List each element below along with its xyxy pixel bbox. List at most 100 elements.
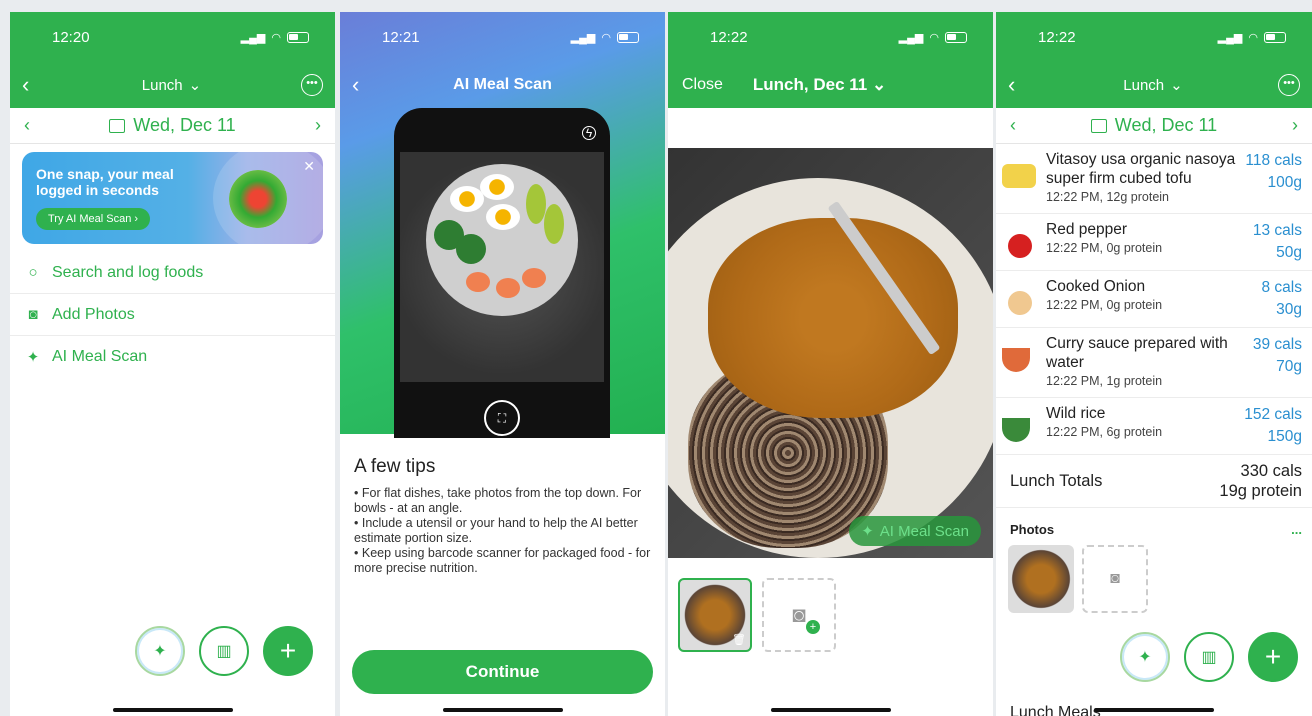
red-pepper-icon (1008, 234, 1032, 258)
add-fab[interactable]: + (1248, 632, 1298, 682)
page-title: AI Meal Scan (453, 76, 552, 93)
tips-section: A few tips For flat dishes, take photos … (340, 434, 665, 598)
status-icons: ▂▄▆ ◠ (899, 31, 967, 44)
prev-day-icon[interactable]: ‹ (1010, 115, 1016, 136)
signal-icon: ▂▄▆ (240, 31, 266, 44)
status-bar: 12:21 ▂▄▆ ◠ (340, 12, 665, 62)
food-row[interactable]: Curry sauce prepared with water 12:22 PM,… (996, 328, 1312, 398)
status-time: 12:20 (52, 28, 90, 46)
calendar-icon (1090, 118, 1107, 133)
back-icon[interactable]: ‹ (1008, 72, 1028, 98)
plus-icon: + (1264, 641, 1282, 672)
try-ai-scan-label: Try AI Meal Scan (48, 213, 132, 225)
food-cals: 13 cals (1252, 222, 1302, 239)
battery-icon (1264, 31, 1286, 43)
date-display[interactable]: Wed, Dec 11 (1090, 115, 1218, 136)
ai-scan-banner[interactable]: One snap, your meal logged in seconds Tr… (22, 152, 323, 244)
more-icon[interactable]: ••• (300, 74, 323, 96)
status-time: 12:22 (710, 28, 748, 46)
tips-list: For flat dishes, take photos from the to… (354, 486, 651, 576)
photo-thumbnail[interactable] (1008, 545, 1074, 613)
food-meta: 12:22 PM, 1g protein (1046, 374, 1163, 388)
camera-icon: ◙ (28, 306, 38, 323)
barcode-fab[interactable]: ▥ (1184, 632, 1234, 682)
wifi-icon: ◠ (271, 31, 281, 44)
signal-icon: ▂▄▆ (1217, 31, 1243, 44)
ai-meal-scan-pill[interactable]: ✦ AI Meal Scan (849, 516, 981, 546)
status-icons: ▂▄▆ ◠ (571, 31, 639, 44)
screen-ai-scan-tips: 12:21 ▂▄▆ ◠ ‹ AI Meal Scan ϟ ⛶ A few tip… (340, 12, 665, 716)
date-label: Wed, Dec 11 (1114, 115, 1218, 135)
ai-sparkle-icon: ✦ (1138, 649, 1152, 666)
wifi-icon: ◠ (929, 31, 939, 44)
meal-selector[interactable]: Lunch ⌄ (1123, 76, 1182, 95)
header: 12:22 ▂▄▆ ◠ Close Lunch, Dec 11 ⌄ (668, 12, 993, 108)
food-row[interactable]: Cooked Onion 12:22 PM, 0g protein 8 cals 3… (996, 271, 1312, 328)
barcode-icon: ▥ (1201, 649, 1217, 666)
photos-label: Photos (1010, 522, 1055, 537)
curry-icon (1002, 348, 1030, 372)
rice-bowl-icon (1002, 418, 1030, 442)
camera-icon: ◙ (1110, 570, 1120, 587)
ai-scan-fab[interactable]: ✦ (135, 626, 185, 676)
ai-meal-scan-item[interactable]: ✦ AI Meal Scan (10, 336, 335, 378)
plate (426, 164, 578, 316)
add-photos[interactable]: ◙ Add Photos (10, 294, 335, 336)
next-day-icon[interactable]: › (1292, 115, 1298, 136)
prev-day-icon[interactable]: ‹ (24, 115, 30, 136)
more-icon[interactable]: ••• (1277, 74, 1300, 96)
screen-photo-review: 12:22 ▂▄▆ ◠ Close Lunch, Dec 11 ⌄ ✦ AI Mea… (668, 12, 993, 716)
totals-cals: 330 cals (1240, 462, 1302, 480)
barcode-fab[interactable]: ▥ (199, 626, 249, 676)
food-meta: 12:22 PM, 0g protein (1046, 241, 1163, 255)
photo-thumbnail[interactable]: 🗑 (678, 578, 752, 652)
next-day-icon[interactable]: › (315, 115, 321, 136)
fab-row: ✦ ▥ + (1120, 632, 1298, 682)
add-photo-button[interactable]: ◙ + (762, 578, 836, 652)
back-icon[interactable]: ‹ (22, 72, 42, 98)
camera-icon: ◙ (792, 602, 806, 627)
continue-button[interactable]: Continue (352, 650, 653, 694)
meal-title: Lunch (1123, 76, 1165, 94)
date-display[interactable]: Wed, Dec 11 (109, 115, 236, 136)
food-name: Wild rice (1046, 405, 1106, 422)
signal-icon: ▂▄▆ (570, 31, 596, 44)
trash-icon[interactable]: 🗑 (732, 633, 746, 646)
more-photos-icon[interactable]: ... (1291, 522, 1302, 537)
add-photo-button[interactable]: ◙ (1082, 545, 1148, 613)
status-bar: 12:22 ▂▄▆ ◠ (996, 12, 1312, 62)
food-cals: 39 cals (1252, 336, 1302, 353)
ai-scan-fab[interactable]: ✦ (1120, 632, 1170, 682)
try-ai-scan-button[interactable]: Try AI Meal Scan › (36, 208, 151, 230)
totals-label: Lunch Totals (1010, 471, 1103, 490)
meal-title: Lunch (141, 76, 183, 94)
salad-bowl-icon (229, 170, 287, 228)
tip-item: Keep using barcode scanner for packaged … (354, 546, 651, 576)
food-qty: 50g (1276, 244, 1302, 261)
tip-item: Include a utensil or your hand to help t… (354, 516, 651, 546)
photos-row: ◙ (996, 545, 1312, 613)
flash-icon: ϟ (582, 126, 596, 140)
back-icon[interactable]: ‹ (352, 72, 372, 98)
date-bar: ‹ Wed, Dec 11 › (10, 108, 335, 144)
food-row[interactable]: Vitasoy usa organic nasoya super firm cu… (996, 144, 1312, 214)
meal-photo (400, 152, 604, 382)
food-row[interactable]: Wild rice 12:22 PM, 6g protein 152 cals 15… (996, 398, 1312, 455)
close-icon[interactable]: ✕ (303, 158, 315, 175)
food-cals: 118 cals (1245, 152, 1302, 169)
close-button[interactable]: Close (682, 76, 723, 94)
food-meta: 12:22 PM, 6g protein (1046, 425, 1163, 439)
battery-icon (617, 31, 639, 43)
page-title[interactable]: Lunch, Dec 11 ⌄ (753, 75, 886, 95)
meal-photo: ✦ AI Meal Scan (668, 148, 993, 558)
header: 12:20 ▂▄▆ ◠ ‹ Lunch ⌄ ••• (10, 12, 335, 108)
food-meta: 12:22 PM, 0g protein (1046, 298, 1163, 312)
meal-selector[interactable]: Lunch ⌄ (141, 76, 201, 95)
screen-lunch-detail: 12:22 ▂▄▆ ◠ ‹ Lunch ⌄ ••• ‹ Wed, Dec 11 › … (996, 12, 1312, 716)
battery-icon (287, 31, 309, 43)
add-fab[interactable]: + (263, 626, 313, 676)
lunch-meals-label: Lunch Meals (1010, 704, 1101, 716)
status-bar: 12:20 ▂▄▆ ◠ (10, 12, 335, 62)
food-row[interactable]: Red pepper 12:22 PM, 0g protein 13 cals 50… (996, 214, 1312, 271)
search-log-foods[interactable]: ○ Search and log foods (10, 252, 335, 294)
